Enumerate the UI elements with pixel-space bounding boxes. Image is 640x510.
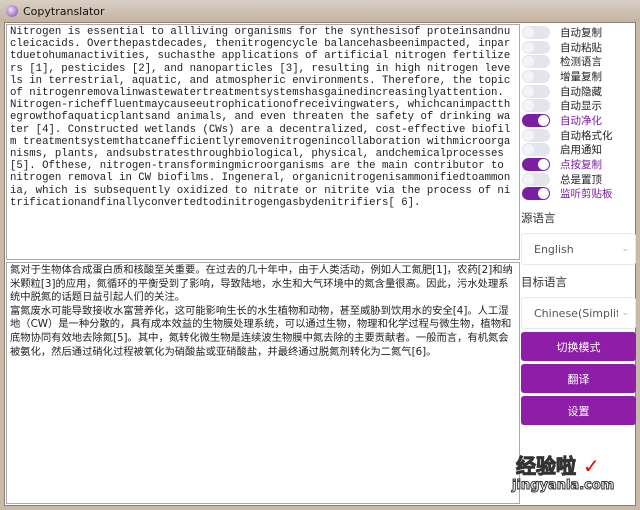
- title-bar: Copytranslator: [0, 0, 640, 22]
- translate-button[interactable]: 翻译: [521, 364, 636, 394]
- translated-text-area[interactable]: 氮对于生物体合成蛋白质和核酸至关重要。在过去的几十年中，由于人类活动，例如人工氮…: [6, 262, 520, 504]
- toggle-label: 增量复制: [560, 70, 602, 83]
- toggle-label: 自动净化: [560, 114, 602, 127]
- window-title: Copytranslator: [23, 4, 105, 18]
- toggle-label: 总是置顶: [560, 173, 602, 186]
- toggle-row[interactable]: 自动隐藏: [520, 84, 636, 99]
- target-language-value: Chinese(Simplified): [534, 306, 618, 320]
- target-language-label: 目标语言: [521, 275, 567, 290]
- chevron-down-icon: ⌄: [621, 244, 629, 255]
- settings-button[interactable]: 设置: [521, 396, 636, 426]
- toggle-switch[interactable]: [522, 187, 550, 201]
- source-language-select[interactable]: English ⌄: [521, 233, 636, 266]
- toggle-row[interactable]: 自动净化: [520, 113, 636, 128]
- toggle-switch[interactable]: [522, 128, 550, 142]
- toggle-switch[interactable]: [522, 158, 550, 172]
- toggle-switch[interactable]: [522, 84, 550, 98]
- toggle-switch[interactable]: [522, 69, 550, 83]
- watermark-url: jingyanla.com: [511, 478, 615, 494]
- switch-mode-button[interactable]: 切换模式: [521, 332, 636, 362]
- toggle-label: 自动粘贴: [560, 41, 602, 54]
- toggle-row[interactable]: 自动粘贴: [520, 40, 636, 55]
- toggle-label: 监听剪贴板: [560, 188, 613, 201]
- toggle-list: 自动复制自动粘贴检测语言 增量复制自动隐藏自动显示 自动净化自动格式化启用通知点按复…: [520, 25, 636, 201]
- toggle-switch[interactable]: [522, 99, 550, 113]
- toggle-label: 启用通知: [560, 144, 602, 157]
- toggle-switch[interactable]: [522, 40, 550, 54]
- watermark-logo: 经验啦 ✓: [516, 454, 600, 478]
- source-language-value: English: [534, 242, 574, 256]
- toggle-row[interactable]: 启用通知: [520, 143, 636, 158]
- source-language-label: 源语言: [521, 211, 556, 226]
- toggle-label: 检测语言: [560, 56, 602, 69]
- toggle-label: 自动格式化: [560, 129, 613, 142]
- toggle-row[interactable]: 点按复制: [520, 157, 636, 172]
- source-text-area[interactable]: Nitrogen is essential to allliving organ…: [6, 24, 520, 260]
- toggle-switch[interactable]: [522, 55, 550, 69]
- toggle-label: 自动隐藏: [560, 85, 602, 98]
- toggle-row[interactable]: 自动复制: [520, 25, 636, 40]
- toggle-switch[interactable]: [522, 113, 550, 127]
- toggle-switch[interactable]: [522, 143, 550, 157]
- toggle-label: 自动复制: [560, 26, 602, 39]
- toggle-label: 自动显示: [560, 100, 602, 113]
- toggle-switch[interactable]: [522, 25, 550, 39]
- toggle-label: 点按复制: [560, 159, 602, 172]
- toggle-row[interactable]: 增量复制: [520, 69, 636, 84]
- toggle-row[interactable]: 自动显示: [520, 98, 636, 113]
- toggle-row[interactable]: 检测语言: [520, 54, 636, 69]
- options-panel: 自动复制自动粘贴检测语言 增量复制自动隐藏自动显示 自动净化自动格式化启用通知点按复…: [520, 23, 636, 505]
- toggle-row[interactable]: 总是置顶: [520, 172, 636, 187]
- toggle-row[interactable]: 自动格式化: [520, 128, 636, 143]
- target-language-select[interactable]: Chinese(Simplified)⌄: [521, 297, 636, 330]
- app-icon: [6, 5, 18, 17]
- main-window: Nitrogen is essential to allliving organ…: [4, 22, 636, 506]
- chevron-down-icon: ⌄: [621, 308, 629, 319]
- toggle-row[interactable]: 监听剪贴板: [520, 187, 636, 202]
- toggle-switch[interactable]: [522, 172, 550, 186]
